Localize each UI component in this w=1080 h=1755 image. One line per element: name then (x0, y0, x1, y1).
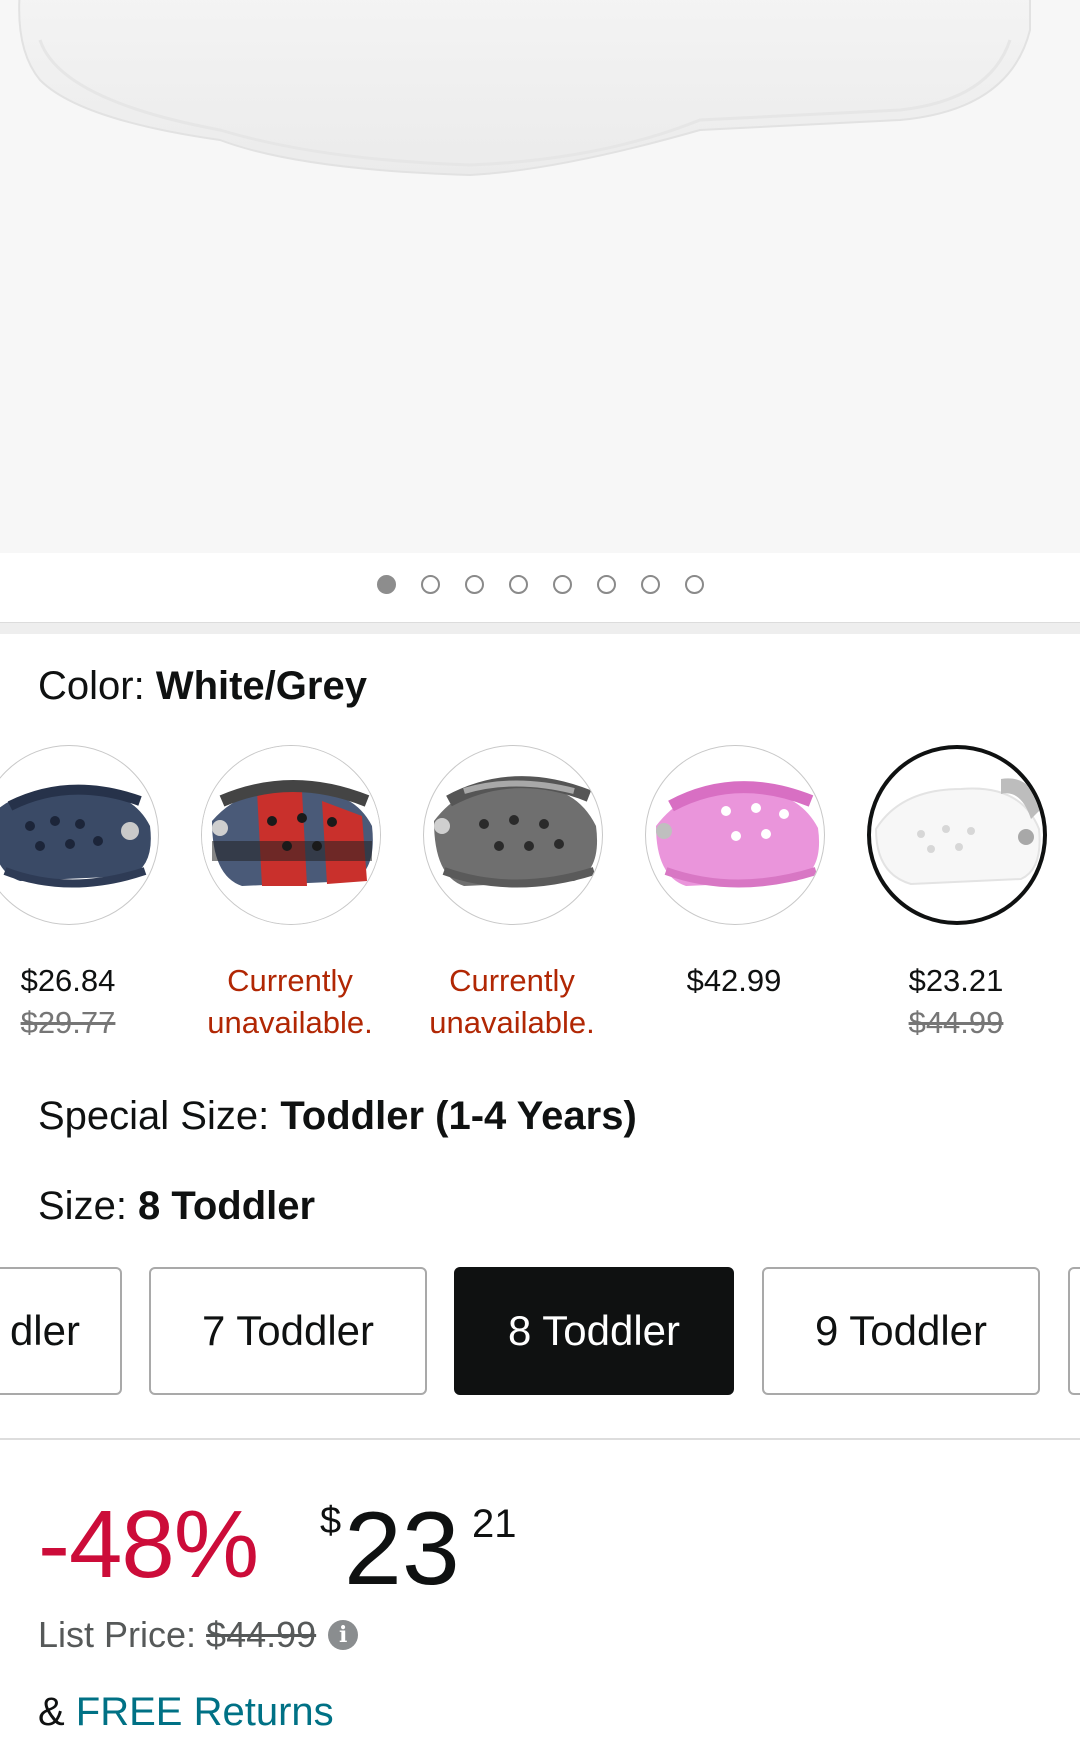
size-option-9-toddler[interactable]: 9 Toddler (762, 1267, 1040, 1395)
swatch-white-grey-old-price: $44.99 (908, 1005, 1004, 1040)
free-returns-link[interactable]: FREE Returns (76, 1690, 334, 1734)
swatch-white-grey-image (867, 745, 1047, 925)
returns-prefix: & (38, 1690, 76, 1734)
carousel-dots (0, 575, 1080, 599)
size-option-8-toddler[interactable]: 8 Toddler (454, 1267, 734, 1395)
color-swatches: $26.84 $29.77 Currently unavailable. Cur… (0, 745, 1080, 1045)
carousel-dot[interactable] (376, 575, 396, 594)
size-label-text: Size: (38, 1184, 139, 1228)
price-fraction: 21 (472, 1502, 517, 1546)
carousel-dot[interactable] (420, 575, 440, 594)
size-options: dler 7 Toddler 8 Toddler 9 Toddler (0, 1267, 1080, 1395)
carousel-dot[interactable] (640, 575, 660, 594)
carousel-dot[interactable] (596, 575, 616, 594)
color-label-text: Color: (38, 664, 156, 708)
carousel-dot[interactable] (552, 575, 572, 594)
swatch-grey-image (423, 745, 603, 925)
section-divider (0, 622, 1080, 634)
free-returns: & FREE Returns (38, 1690, 334, 1735)
discount-percent: -48% (38, 1491, 259, 1598)
price-whole: 23 (344, 1491, 460, 1607)
swatch-red-plaid-price: Currently unavailable. (207, 963, 373, 1040)
special-size-label-text: Special Size: (38, 1094, 281, 1138)
swatch-white-grey-current-price: $23.21 (908, 963, 1004, 998)
special-size-label: Special Size: Toddler (1-4 Years) (38, 1094, 637, 1139)
clog-image (18, 0, 1031, 177)
info-icon[interactable]: i (328, 1620, 359, 1650)
size-value: 8 Toddler (138, 1184, 316, 1228)
swatch-grey-price: Currently unavailable. (429, 963, 595, 1040)
carousel-dot[interactable] (684, 575, 704, 594)
swatch-white-grey-price: $23.21 $44.99 (846, 960, 1066, 1044)
list-price-label: List Price: (38, 1614, 197, 1655)
swatch-navy-current-price: $26.84 (20, 963, 116, 998)
size-option-7-toddler[interactable]: 7 Toddler (149, 1267, 427, 1395)
color-value: White/Grey (155, 664, 367, 708)
list-price-value: $44.99 (206, 1614, 317, 1655)
swatch-red-plaid-image (201, 745, 381, 925)
carousel-dot[interactable] (464, 575, 484, 594)
swatch-navy-old-price: $29.77 (20, 1005, 116, 1040)
swatch-navy-price: $26.84 $29.77 (0, 960, 178, 1044)
list-price: List Price: $44.99 i (38, 1614, 359, 1656)
swatch-pink-image (645, 745, 825, 925)
swatch-pink-current-price: $42.99 (686, 963, 782, 998)
carousel-dot[interactable] (508, 575, 528, 594)
size-option-next[interactable] (1068, 1267, 1080, 1395)
size-option-6-toddler[interactable]: dler (0, 1267, 122, 1395)
price-currency: $ (320, 1500, 342, 1542)
color-label: Color: White/Grey (38, 664, 367, 709)
swatch-pink-price: $42.99 (624, 960, 844, 1002)
size-label: Size: 8 Toddler (38, 1184, 315, 1229)
special-size-value: Toddler (1-4 Years) (280, 1094, 637, 1138)
product-image[interactable] (0, 0, 1080, 553)
section-divider (0, 1438, 1080, 1440)
swatch-navy-image (0, 745, 159, 925)
